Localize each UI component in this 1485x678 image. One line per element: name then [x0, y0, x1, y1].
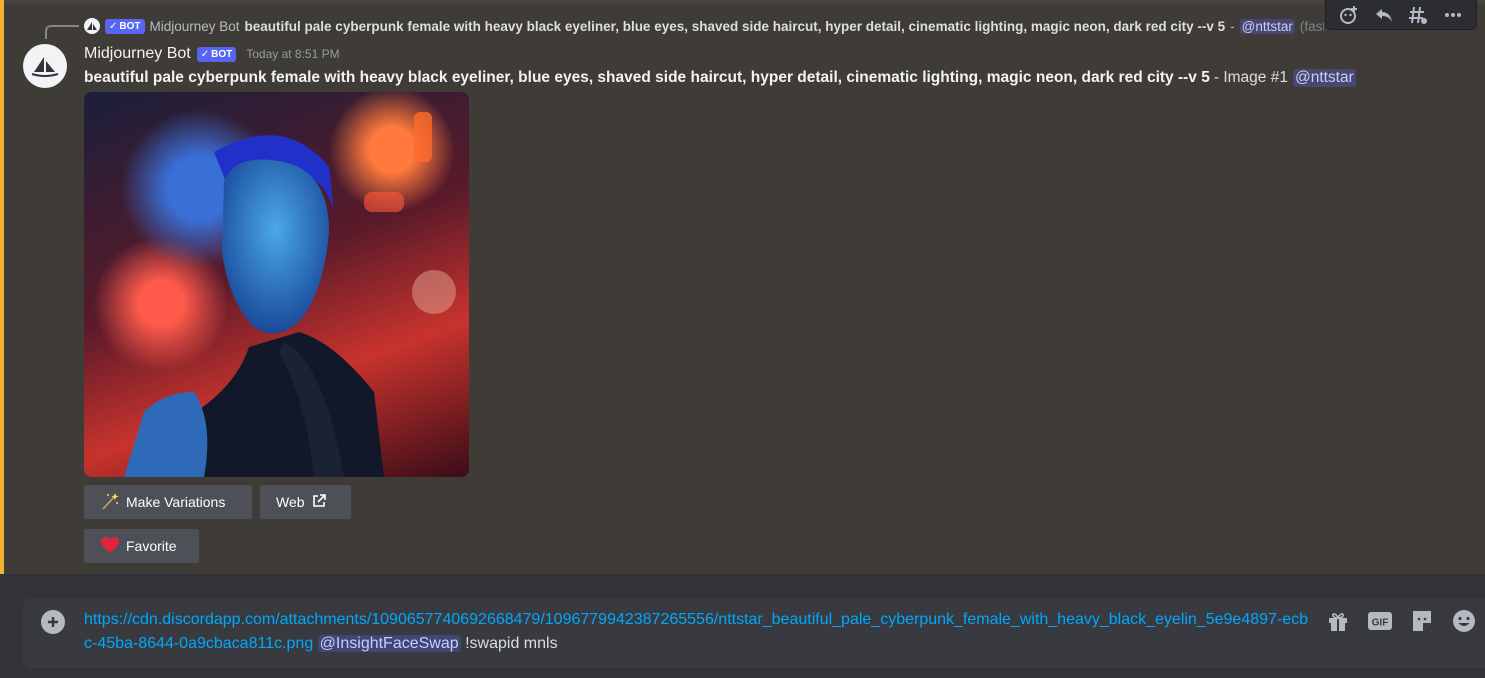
more-icon[interactable]: [1439, 1, 1467, 29]
message-content: beautiful pale cyberpunk female with hea…: [84, 67, 1464, 89]
gift-icon[interactable]: [1325, 608, 1351, 634]
reply-author[interactable]: Midjourney Bot: [150, 19, 240, 34]
gif-icon[interactable]: GIF: [1367, 608, 1393, 634]
attachment-link[interactable]: https://cdn.discordapp.com/attachments/1…: [84, 611, 1308, 652]
reply-icon[interactable]: [1370, 1, 1398, 29]
prompt-text: beautiful pale cyberpunk female with hea…: [84, 69, 1210, 86]
web-button[interactable]: Web: [260, 485, 351, 519]
image-illustration: [124, 112, 456, 477]
bot-tag-label: BOT: [119, 20, 141, 32]
generated-image[interactable]: [84, 92, 469, 477]
author-name[interactable]: Midjourney Bot: [84, 45, 191, 63]
timestamp[interactable]: Today at 8:51 PM: [246, 47, 339, 61]
composer-mention[interactable]: @InsightFaceSwap: [317, 635, 461, 652]
composer-actions: GIF: [1325, 608, 1477, 634]
plus-icon[interactable]: [41, 610, 65, 634]
message-composer: https://cdn.discordapp.com/attachments/1…: [23, 598, 1485, 668]
reply-separator: -: [1230, 18, 1235, 34]
create-thread-icon[interactable]: [1404, 1, 1432, 29]
reply-preview[interactable]: ✓ BOT Midjourney Bot beautiful pale cybe…: [84, 16, 1324, 36]
sparkles-icon: [100, 491, 120, 514]
favorite-button[interactable]: Favorite: [84, 529, 199, 563]
make-variations-button[interactable]: Make Variations: [84, 485, 252, 519]
bot-tag: ✓ BOT: [105, 18, 145, 34]
check-icon: ✓: [200, 48, 210, 60]
reply-mention[interactable]: @nttstar: [1239, 18, 1295, 34]
message-toolbar: [1325, 0, 1477, 30]
bot-tag: ✓ BOT: [196, 46, 237, 62]
sticker-icon[interactable]: [1409, 608, 1435, 634]
reply-trail: (fast): [1299, 18, 1324, 34]
message-header: Midjourney Bot ✓ BOT Today at 8:51 PM: [84, 43, 340, 65]
avatar[interactable]: [23, 44, 67, 88]
make-variations-label: Make Variations: [126, 494, 226, 510]
emoji-icon[interactable]: [1451, 608, 1477, 634]
divider: [4, 0, 1485, 6]
bot-tag-label: BOT: [211, 48, 233, 60]
user-mention[interactable]: @nttstar: [1292, 69, 1356, 87]
image-index-text: - Image #1: [1213, 69, 1288, 86]
add-reaction-icon[interactable]: [1335, 1, 1363, 29]
composer-command: !swapid mnls: [465, 635, 558, 652]
reply-spine: [45, 25, 79, 39]
heart-icon: [100, 536, 120, 557]
reply-avatar[interactable]: [84, 18, 100, 34]
reply-content[interactable]: beautiful pale cyberpunk female with hea…: [245, 19, 1226, 34]
external-link-icon: [311, 493, 327, 512]
check-icon: ✓: [109, 20, 118, 32]
web-label: Web: [276, 494, 305, 510]
favorite-label: Favorite: [126, 538, 177, 554]
message-input[interactable]: https://cdn.discordapp.com/attachments/1…: [84, 608, 1314, 656]
gif-label: GIF: [1372, 618, 1389, 629]
